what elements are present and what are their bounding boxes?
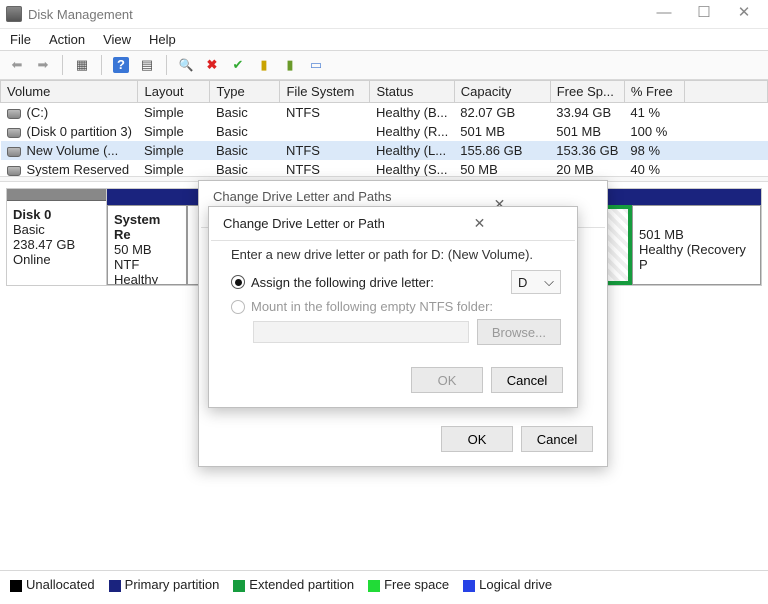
title-bar: Disk Management — ☐ ✕	[0, 0, 768, 28]
action2-button[interactable]	[279, 54, 301, 76]
swatch-extended	[233, 580, 245, 592]
legend-label: Logical drive	[479, 577, 552, 592]
col-free[interactable]: Free Sp...	[550, 81, 624, 103]
ok-button[interactable]: OK	[411, 367, 483, 393]
volume-table[interactable]: Volume Layout Type File System Status Ca…	[0, 80, 768, 176]
help-button[interactable]	[110, 54, 132, 76]
action1-button[interactable]	[253, 54, 275, 76]
menu-bar: File Action View Help	[0, 28, 768, 50]
cancel-button[interactable]: Cancel	[491, 367, 563, 393]
part-title: System Re	[114, 212, 160, 242]
back-button[interactable]	[6, 54, 28, 76]
col-type[interactable]: Type	[210, 81, 280, 103]
swatch-logical	[463, 580, 475, 592]
properties-button[interactable]	[305, 54, 327, 76]
disk-header-stripe	[7, 189, 106, 201]
part-line2: Healthy (Sy	[114, 272, 158, 285]
toolbar-divider	[166, 55, 167, 75]
disk-type: Basic	[13, 222, 45, 237]
browse-button: Browse...	[477, 319, 561, 345]
table-row[interactable]: (C:)SimpleBasicNTFSHealthy (B...82.07 GB…	[1, 103, 768, 123]
swatch-free	[368, 580, 380, 592]
col-pct[interactable]: % Free	[624, 81, 684, 103]
maximize-button[interactable]: ☐	[684, 2, 724, 26]
refresh-button[interactable]	[175, 54, 197, 76]
col-volume[interactable]: Volume	[1, 81, 138, 103]
dialog-close-icon[interactable]: ✕	[394, 215, 565, 232]
dialog-title-bar[interactable]: Change Drive Letter or Path ✕	[209, 207, 577, 240]
dialog-title: Change Drive Letter or Path	[223, 216, 394, 231]
legend-label: Free space	[384, 577, 449, 592]
dialog-footer: OK Cancel	[209, 357, 577, 407]
legend-extended: Extended partition	[233, 577, 354, 592]
col-fs[interactable]: File System	[280, 81, 370, 103]
volume-list: Volume Layout Type File System Status Ca…	[0, 80, 768, 176]
show-hide-console-tree-button[interactable]	[71, 54, 93, 76]
disk-label: Disk 0	[13, 207, 51, 222]
col-capacity[interactable]: Capacity	[454, 81, 550, 103]
radio-bullet-icon	[231, 300, 245, 314]
drive-letter-value: D	[518, 275, 527, 290]
close-button[interactable]: ✕	[724, 2, 764, 26]
menu-help[interactable]: Help	[149, 32, 176, 47]
disk-info[interactable]: Disk 0 Basic 238.47 GB Online	[7, 189, 107, 285]
mount-path-input	[253, 321, 469, 343]
disk-size: 238.47 GB	[13, 237, 75, 252]
table-row[interactable]: New Volume (...SimpleBasicNTFSHealthy (L…	[1, 141, 768, 160]
table-row[interactable]: System ReservedSimpleBasicNTFSHealthy (S…	[1, 160, 768, 176]
menu-view[interactable]: View	[103, 32, 131, 47]
drive-letter-dropdown[interactable]: D ⌵	[511, 270, 561, 294]
menu-action[interactable]: Action	[49, 32, 85, 47]
col-layout[interactable]: Layout	[138, 81, 210, 103]
drive-icon	[7, 166, 21, 176]
legend-logical: Logical drive	[463, 577, 552, 592]
col-spacer	[684, 81, 767, 103]
dialog-footer: OK Cancel	[199, 416, 607, 466]
radio-label: Assign the following drive letter:	[251, 275, 434, 290]
disk-state: Online	[13, 252, 51, 267]
swatch-primary	[109, 580, 121, 592]
part-line1: 50 MB NTF	[114, 242, 152, 272]
drive-icon	[7, 147, 21, 157]
legend-label: Unallocated	[26, 577, 95, 592]
legend-label: Primary partition	[125, 577, 220, 592]
drive-icon	[7, 128, 21, 138]
legend-free: Free space	[368, 577, 449, 592]
change-drive-letter-dialog: Change Drive Letter or Path ✕ Enter a ne…	[208, 206, 578, 408]
minimize-button[interactable]: —	[644, 2, 684, 26]
dialog-instruction: Enter a new drive letter or path for D: …	[231, 247, 561, 262]
part-line2: Healthy (Recovery P	[639, 242, 746, 272]
toolbar	[0, 50, 768, 80]
cancel-button[interactable]: Cancel	[521, 426, 593, 452]
legend-unallocated: Unallocated	[10, 577, 95, 592]
radio-label: Mount in the following empty NTFS folder…	[251, 299, 493, 314]
table-row[interactable]: (Disk 0 partition 3)SimpleBasicHealthy (…	[1, 122, 768, 141]
settings-button[interactable]	[136, 54, 158, 76]
drive-icon	[7, 109, 21, 119]
swatch-unallocated	[10, 580, 22, 592]
toolbar-divider	[62, 55, 63, 75]
window-title: Disk Management	[28, 7, 644, 22]
delete-button[interactable]	[201, 54, 223, 76]
legend: Unallocated Primary partition Extended p…	[0, 570, 768, 598]
check-button[interactable]	[227, 54, 249, 76]
dialog-body: Enter a new drive letter or path for D: …	[209, 241, 577, 357]
partition-system-reserved[interactable]: System Re 50 MB NTF Healthy (Sy	[107, 205, 187, 285]
legend-label: Extended partition	[249, 577, 354, 592]
radio-mount-folder[interactable]: Mount in the following empty NTFS folder…	[231, 299, 561, 314]
radio-assign-letter[interactable]: Assign the following drive letter: D ⌵	[231, 270, 561, 294]
partition-recovery[interactable]: 501 MB Healthy (Recovery P	[632, 205, 761, 285]
toolbar-divider	[101, 55, 102, 75]
app-icon	[6, 6, 22, 22]
col-status[interactable]: Status	[370, 81, 454, 103]
part-line1: 501 MB	[639, 227, 684, 242]
chevron-down-icon: ⌵	[544, 274, 554, 290]
forward-button[interactable]	[32, 54, 54, 76]
radio-bullet-icon	[231, 275, 245, 289]
menu-file[interactable]: File	[10, 32, 31, 47]
ok-button[interactable]: OK	[441, 426, 513, 452]
legend-primary: Primary partition	[109, 577, 220, 592]
